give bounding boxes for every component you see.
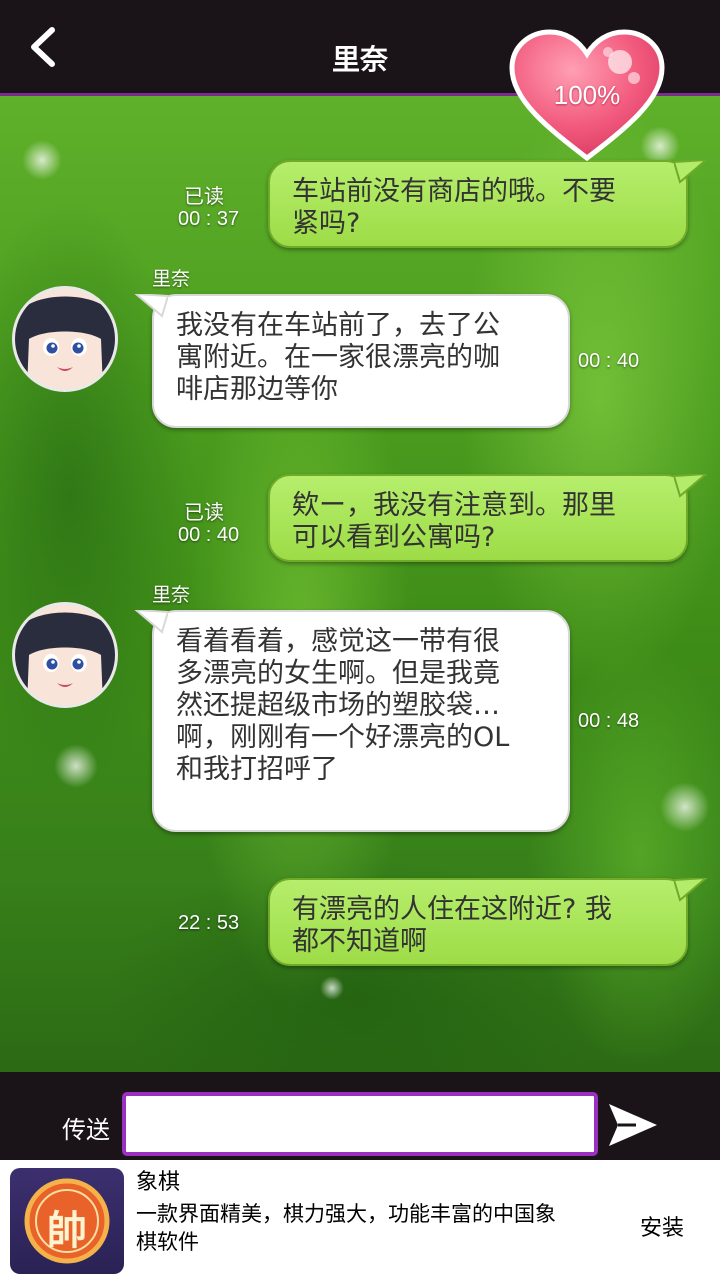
- message-line: 可以看到公寓吗?: [292, 522, 496, 553]
- message-line: 有漂亮的人住在这附近? 我: [292, 894, 612, 925]
- ad-title: 象棋: [136, 1170, 181, 1195]
- send-label: 传送: [62, 1116, 110, 1144]
- affection-percentage: 100%: [553, 80, 621, 110]
- message-time: 00 : 40: [178, 524, 240, 546]
- message-line: 寓附近。在一家很漂亮的咖: [176, 342, 500, 373]
- bubble-tail: [674, 474, 708, 498]
- ad-description-line: 一款界面精美，棋力强大，功能丰富的中国象: [136, 1202, 556, 1226]
- bubble-tail: [134, 610, 168, 634]
- bubble-tail: [674, 160, 708, 184]
- contact-avatar[interactable]: [12, 602, 118, 708]
- ad-description-line: 棋软件: [136, 1230, 199, 1254]
- incoming-message-bubble[interactable]: 我没有在车站前了，去了公 寓附近。在一家很漂亮的咖 啡店那边等你: [152, 294, 570, 428]
- message-line: 看着看着，感觉这一带有很: [176, 626, 500, 657]
- sender-name: 里奈: [152, 268, 191, 290]
- contact-avatar[interactable]: [12, 286, 118, 392]
- read-status: 已读: [184, 500, 224, 524]
- outgoing-message-bubble[interactable]: 欸ー，我没有注意到。那里 可以看到公寓吗?: [268, 474, 688, 562]
- outgoing-message-bubble[interactable]: 车站前没有商店的哦。不要 紧吗?: [268, 160, 688, 248]
- message-time: 00 : 48: [578, 710, 640, 732]
- message-line: 然还提超级市场的塑胶袋…: [176, 690, 500, 721]
- message-line: 和我打招呼了: [176, 754, 338, 785]
- chess-piece-char: 帥: [47, 1207, 87, 1254]
- message-line: 多漂亮的女生啊。但是我竟: [176, 658, 500, 689]
- message-line: 都不知道啊: [292, 926, 427, 957]
- incoming-message-bubble[interactable]: 看着看着，感觉这一带有很 多漂亮的女生啊。但是我竟 然还提超级市场的塑胶袋… 啊…: [152, 610, 570, 832]
- bubble-tail: [134, 294, 168, 318]
- message-time: 00 : 37: [178, 208, 240, 230]
- sender-name: 里奈: [152, 584, 191, 606]
- message-line: 欸ー，我没有注意到。那里: [292, 490, 616, 521]
- message-line: 我没有在车站前了，去了公: [176, 310, 500, 341]
- message-time: 22 : 53: [178, 912, 240, 934]
- paper-plane-icon[interactable]: [606, 1100, 660, 1150]
- message-line: 紧吗?: [292, 208, 361, 239]
- read-status: 已读: [184, 184, 224, 208]
- message-input[interactable]: [122, 1092, 598, 1156]
- message-line: 车站前没有商店的哦。不要: [292, 176, 616, 207]
- install-button[interactable]: 安装: [640, 1210, 684, 1242]
- message-time: 00 : 40: [578, 350, 640, 372]
- outgoing-message-bubble[interactable]: 有漂亮的人住在这附近? 我 都不知道啊: [268, 878, 688, 966]
- message-line: 啊，刚刚有一个好漂亮的OL: [176, 722, 510, 753]
- chess-app-icon[interactable]: 帥: [10, 1168, 124, 1274]
- bubble-tail: [674, 878, 708, 902]
- message-line: 啡店那边等你: [176, 374, 338, 405]
- ad-description: 一款界面精美，棋力强大，功能丰富的中国象 棋软件: [136, 1200, 606, 1256]
